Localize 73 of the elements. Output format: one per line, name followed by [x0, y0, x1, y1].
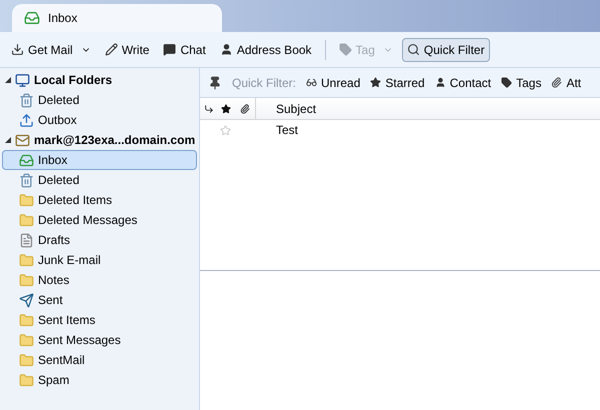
folder-label: Spam [38, 372, 70, 389]
folder-item[interactable]: Spam [2, 370, 197, 390]
folder-label: Sent [38, 292, 63, 309]
tags-icon [501, 77, 512, 88]
subject-cell-text: Test [275, 122, 298, 139]
starred-filter-button[interactable]: Starred [370, 74, 425, 92]
folder-item[interactable]: Outbox [2, 110, 197, 130]
quickfilter-button[interactable]: Quick Filter [402, 38, 490, 62]
tag-icon [338, 43, 352, 56]
folder-item[interactable]: Junk E-mail [2, 250, 197, 270]
folder-label: Outbox [38, 112, 77, 129]
write-icon [104, 43, 118, 56]
message-row[interactable]: Test [200, 120, 600, 140]
addressbook-button[interactable]: Address Book [214, 38, 317, 62]
folder-item[interactable]: Notes [2, 270, 197, 290]
folder-icon [19, 332, 34, 348]
star-icon [220, 104, 230, 114]
getmail-button[interactable]: Get Mail [6, 38, 96, 62]
folder-item[interactable]: Sent [2, 290, 197, 310]
quick-filter-label: Quick Filter: [232, 74, 296, 92]
inbox-icon [19, 152, 34, 168]
folder-label: SentMail [38, 352, 85, 369]
folder-label: Inbox [38, 152, 68, 169]
folder-label: Drafts [38, 232, 70, 249]
attachment-icon [551, 77, 562, 88]
account-row[interactable]: mark@123exa...domain.com [2, 130, 197, 150]
tags-filter-button[interactable]: Tags [501, 74, 542, 92]
chat-icon [163, 43, 176, 56]
folder-item[interactable]: Deleted Items [2, 190, 197, 210]
folder-item[interactable]: Sent Items [2, 310, 197, 330]
folder-item[interactable]: Sent Messages [2, 330, 197, 350]
folder-label: Deleted Messages [38, 212, 138, 229]
star-icon[interactable] [220, 124, 231, 136]
folder-icon [19, 212, 34, 228]
attachment-filter-button[interactable]: Att [551, 74, 582, 92]
folder-icon [19, 372, 34, 388]
folder-icon [19, 352, 34, 368]
inbox-icon [24, 10, 40, 26]
folder-label: Deleted [38, 92, 80, 109]
folder-label: Deleted [38, 172, 80, 189]
write-button[interactable]: Write [100, 38, 154, 62]
contact-icon [434, 77, 446, 88]
folder-label: Notes [38, 272, 70, 289]
folder-label: Sent Items [38, 312, 96, 329]
folder-icon [19, 272, 34, 288]
unread-filter-button[interactable]: Unread [306, 74, 360, 92]
trash-icon [19, 92, 34, 108]
folder-label: Deleted Items [38, 192, 112, 209]
folder-item[interactable]: Deleted Messages [2, 210, 197, 230]
starred-icon [370, 77, 382, 88]
contact-filter-button[interactable]: Contact [434, 74, 492, 92]
folder-label: mark@123exa...domain.com [34, 132, 196, 149]
folder-icon [19, 312, 34, 328]
pin-icon[interactable] [208, 76, 222, 90]
folder-item[interactable]: Deleted [2, 90, 197, 110]
chat-button[interactable]: Chat [158, 38, 211, 62]
folder-item[interactable]: Drafts [2, 230, 197, 250]
tab-title: Inbox [48, 10, 78, 27]
folder-icon [19, 192, 34, 208]
expand-arrow-icon[interactable] [5, 137, 11, 143]
addressbook-icon [220, 43, 233, 56]
trash-icon [19, 172, 34, 188]
folder-item[interactable]: SentMail [2, 350, 197, 370]
folder-label: Junk E-mail [38, 252, 101, 269]
attachment-icon [240, 104, 250, 114]
folder-label: Sent Messages [38, 332, 121, 349]
account-row[interactable]: Local Folders [2, 70, 197, 90]
folder-label: Local Folders [34, 72, 112, 89]
expand-arrow-icon[interactable] [5, 77, 11, 83]
folder-item[interactable]: Deleted [2, 170, 197, 190]
inbox-tab[interactable]: Inbox [12, 4, 222, 32]
folder-item[interactable]: Inbox [2, 150, 197, 170]
folder-icon [19, 252, 34, 268]
